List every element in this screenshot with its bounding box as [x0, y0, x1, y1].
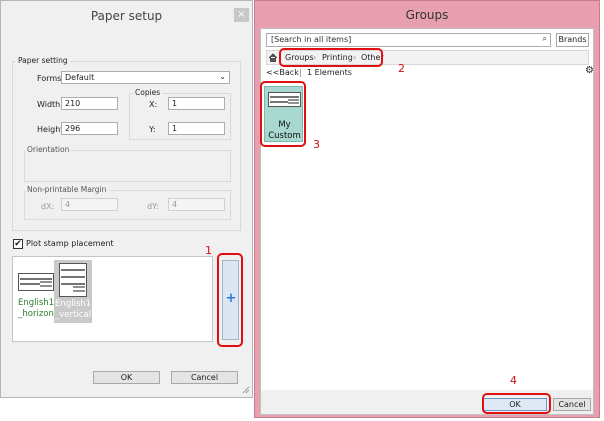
- stamp-list: English1 _horizon English1 _vertical: [12, 256, 213, 342]
- ok-button[interactable]: OK: [93, 371, 160, 384]
- annotation-box-3: [260, 81, 306, 147]
- stamp-item-horizontal[interactable]: English1 _horizon: [16, 271, 56, 335]
- plot-stamp-label: Plot stamp placement: [26, 239, 114, 248]
- annotation-box-1: [217, 253, 243, 347]
- width-label: Width: [37, 100, 61, 109]
- separator: |: [299, 68, 302, 77]
- close-button[interactable]: ×: [234, 8, 249, 22]
- orientation-label: Orientation: [25, 145, 72, 154]
- annotation-number-2: 2: [398, 62, 405, 75]
- forms-value: Default: [65, 73, 95, 82]
- groups-window: Groups [Search in all items] ⌕ Brands Gr…: [254, 0, 600, 418]
- width-input[interactable]: 210: [61, 97, 118, 110]
- search-icon[interactable]: ⌕: [543, 34, 547, 44]
- x-label: X:: [149, 100, 158, 109]
- search-input[interactable]: [Search in all items] ⌕: [266, 33, 551, 47]
- orientation-group: [24, 150, 231, 182]
- dx-input[interactable]: 4: [61, 198, 118, 211]
- gear-icon[interactable]: ⚙: [585, 66, 594, 76]
- groups-title: Groups: [405, 8, 449, 22]
- y-label: Y:: [149, 125, 156, 134]
- back-link[interactable]: <<Back: [266, 68, 299, 77]
- resize-grip-icon[interactable]: [242, 386, 250, 394]
- dy-label: dY:: [147, 202, 159, 211]
- forms-dropdown[interactable]: Default ⌄: [61, 71, 230, 84]
- stamp-horizontal-label: English1 _horizon: [17, 298, 55, 319]
- groups-body: [Search in all items] ⌕ Brands Groups › …: [260, 28, 594, 415]
- paper-setup-title: Paper setup: [90, 9, 163, 23]
- stamp-vertical-icon: [59, 263, 87, 297]
- home-icon[interactable]: [268, 53, 278, 62]
- brands-button[interactable]: Brands: [556, 33, 589, 47]
- chevron-down-icon: ⌄: [219, 72, 226, 81]
- plot-stamp-checkbox[interactable]: ✔: [13, 239, 23, 249]
- annotation-box-2: [279, 48, 383, 67]
- height-label: Height: [37, 125, 64, 134]
- annotation-box-4: [482, 393, 551, 414]
- height-input[interactable]: 296: [61, 122, 118, 135]
- paper-setup-titlebar: Paper setup ×: [1, 1, 252, 31]
- margin-label: Non-printable Margin: [25, 185, 109, 194]
- dx-label: dX:: [41, 202, 55, 211]
- cancel-button[interactable]: Cancel: [553, 398, 591, 411]
- forms-label: Forms: [37, 74, 62, 83]
- stamp-item-vertical[interactable]: English1 _vertical: [54, 260, 92, 323]
- search-placeholder: [Search in all items]: [271, 35, 352, 44]
- paper-setup-window: Paper setup × Paper setting Forms Defaul…: [0, 0, 253, 398]
- copies-y-input[interactable]: 1: [168, 122, 225, 135]
- stamp-vertical-label: English1 _vertical: [54, 299, 92, 320]
- annotation-number-4: 4: [510, 374, 517, 387]
- dy-input[interactable]: 4: [168, 198, 225, 211]
- copies-label: Copies: [133, 88, 163, 97]
- annotation-number-1: 1: [205, 244, 212, 257]
- stamp-horizontal-icon: [18, 273, 54, 291]
- copies-x-input[interactable]: 1: [168, 97, 225, 110]
- annotation-number-3: 3: [313, 138, 320, 151]
- element-count: 1 Elements: [307, 68, 352, 77]
- cancel-button[interactable]: Cancel: [171, 371, 238, 384]
- paper-setting-label: Paper setting: [16, 56, 70, 65]
